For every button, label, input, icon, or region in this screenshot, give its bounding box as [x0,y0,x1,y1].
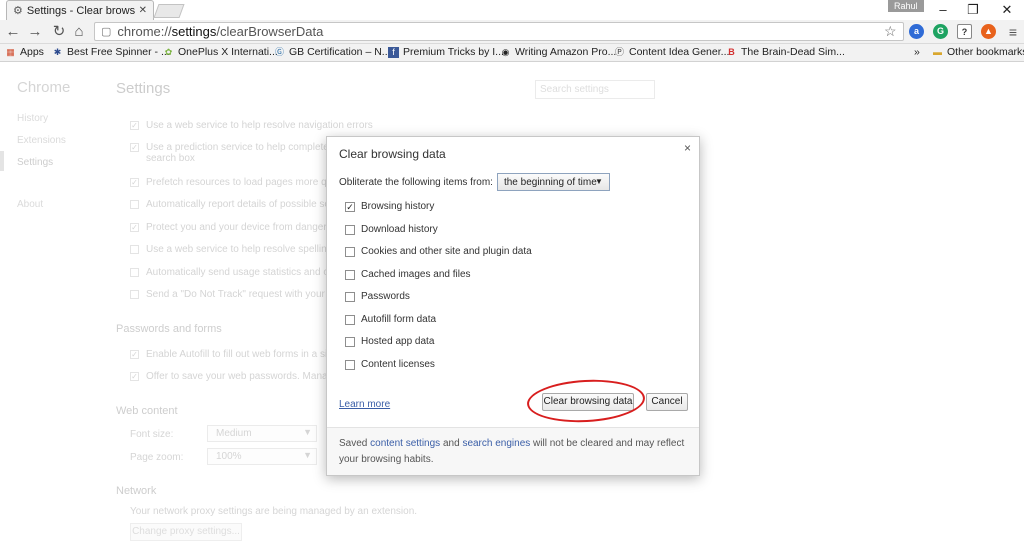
flame-extension-icon[interactable]: ▲ [981,24,996,39]
extension-lock-icon[interactable]: a [909,24,924,39]
home-icon[interactable]: ⌂ [70,23,88,41]
checkbox-content-licenses[interactable]: Content licenses [345,359,435,370]
grammarly-icon[interactable]: G [933,24,948,39]
obliterate-label: Obliterate the following items from: [339,176,493,188]
content-settings-link[interactable]: content settings [370,438,440,449]
facebook-icon: f [388,46,399,58]
bookmark-item[interactable]: ◉ Writing Amazon Pro... [500,46,617,58]
portent-icon: Ⓟ [614,46,624,57]
obliterate-row: Obliterate the following items from: the… [339,173,610,191]
page-icon: ▢ [101,26,112,38]
url-scheme: chrome:// [117,24,172,39]
minimize-button[interactable]: – [928,2,958,17]
extension-counter-icon[interactable]: ? [957,24,972,39]
bookmarks-bar: ▦ Apps ✱ Best Free Spinner - ... ✿ OnePlus … [0,44,1024,62]
checkbox-hosted-app-data[interactable]: Hosted app data [345,336,434,347]
new-tab-button[interactable] [153,4,185,18]
checkbox-browsing-history[interactable]: ✓ Browsing history [345,201,434,212]
bookmark-item[interactable]: Ⓟ Content Idea Gener... [614,46,729,58]
profile-badge[interactable]: Rahul [888,0,924,12]
checkbox-passwords[interactable]: Passwords [345,291,410,302]
red-highlight-annotation [525,376,647,426]
checkbox-cached-images[interactable]: Cached images and files [345,269,471,280]
address-bar[interactable]: ▢ chrome://settings/clearBrowserData [94,22,904,41]
folder-icon: ▬ [933,46,942,57]
tab-strip: ⚙ Settings - Clear browsing ✕ Rahul – ❐ … [0,0,1024,20]
tab-title: Settings - Clear browsing [26,4,135,17]
bookmarks-overflow[interactable]: » [914,46,920,58]
checkbox-icon[interactable] [345,314,355,325]
checkbox-icon[interactable] [345,291,355,302]
tab-settings[interactable]: ⚙ Settings - Clear browsing ✕ [6,0,154,20]
checkbox-autofill[interactable]: Autofill form data [345,314,436,325]
checkbox-icon[interactable] [345,336,355,347]
android-icon: ✿ [164,46,173,57]
other-bookmarks[interactable]: ▬ Other bookmarks [932,46,1024,58]
close-window-button[interactable]: ✕ [992,2,1022,18]
chevron-down-icon: ▼ [595,177,603,186]
time-range-select[interactable]: the beginning of time ▼ [496,173,610,191]
forward-arrow-icon[interactable]: → [26,23,44,41]
gb-icon: Ⓖ [274,46,284,57]
bookmark-star-icon[interactable]: ☆ [884,23,897,40]
back-arrow-icon[interactable]: ← [4,23,22,41]
apps-grid-icon: ▦ [6,46,15,57]
bookmark-item[interactable]: f Premium Tricks by I... [388,46,504,58]
url-path: /clearBrowserData [216,24,324,39]
dialog-title: Clear browsing data [339,147,446,161]
gear-icon: ⚙ [13,5,23,17]
clear-browsing-data-dialog: Clear browsing data × Obliterate the fol… [326,136,700,476]
url-host: settings [171,24,217,39]
dialog-footer: Saved content settings and search engine… [327,427,699,475]
bookmark-item[interactable]: ✱ Best Free Spinner - ... [52,46,170,58]
bookmark-item[interactable]: ✿ OnePlus X Internati... [163,46,278,58]
search-engines-link[interactable]: search engines [462,438,530,449]
bookmark-item[interactable]: B The Brain-Dead Sim... [726,46,845,58]
eye-icon: ◉ [501,46,510,57]
checkbox-icon[interactable] [345,269,355,280]
menu-icon[interactable]: ≡ [1004,23,1022,41]
checkbox-icon[interactable] [345,224,355,235]
checkbox-icon[interactable] [345,246,355,257]
apps-bookmark[interactable]: ▦ Apps [5,46,44,58]
reload-icon[interactable]: ↻ [50,23,68,41]
restore-button[interactable]: ❐ [958,2,988,18]
checkbox-icon[interactable]: ✓ [345,201,355,212]
learn-more-link[interactable]: Learn more [339,399,390,410]
checkbox-cookies[interactable]: Cookies and other site and plugin data [345,246,532,257]
checkbox-download-history[interactable]: Download history [345,224,438,235]
checkbox-icon[interactable] [345,359,355,370]
toolbar: ← → ↻ ⌂ ▢ chrome://settings/clearBrowser… [0,20,1024,44]
close-icon[interactable]: × [684,141,691,155]
bookmark-item[interactable]: Ⓖ GB Certification – N... [274,46,391,58]
close-tab-icon[interactable]: ✕ [139,5,147,16]
spinner-icon: ✱ [53,46,62,57]
brand-b-icon: B [728,46,735,57]
cancel-button[interactable]: Cancel [646,393,688,411]
